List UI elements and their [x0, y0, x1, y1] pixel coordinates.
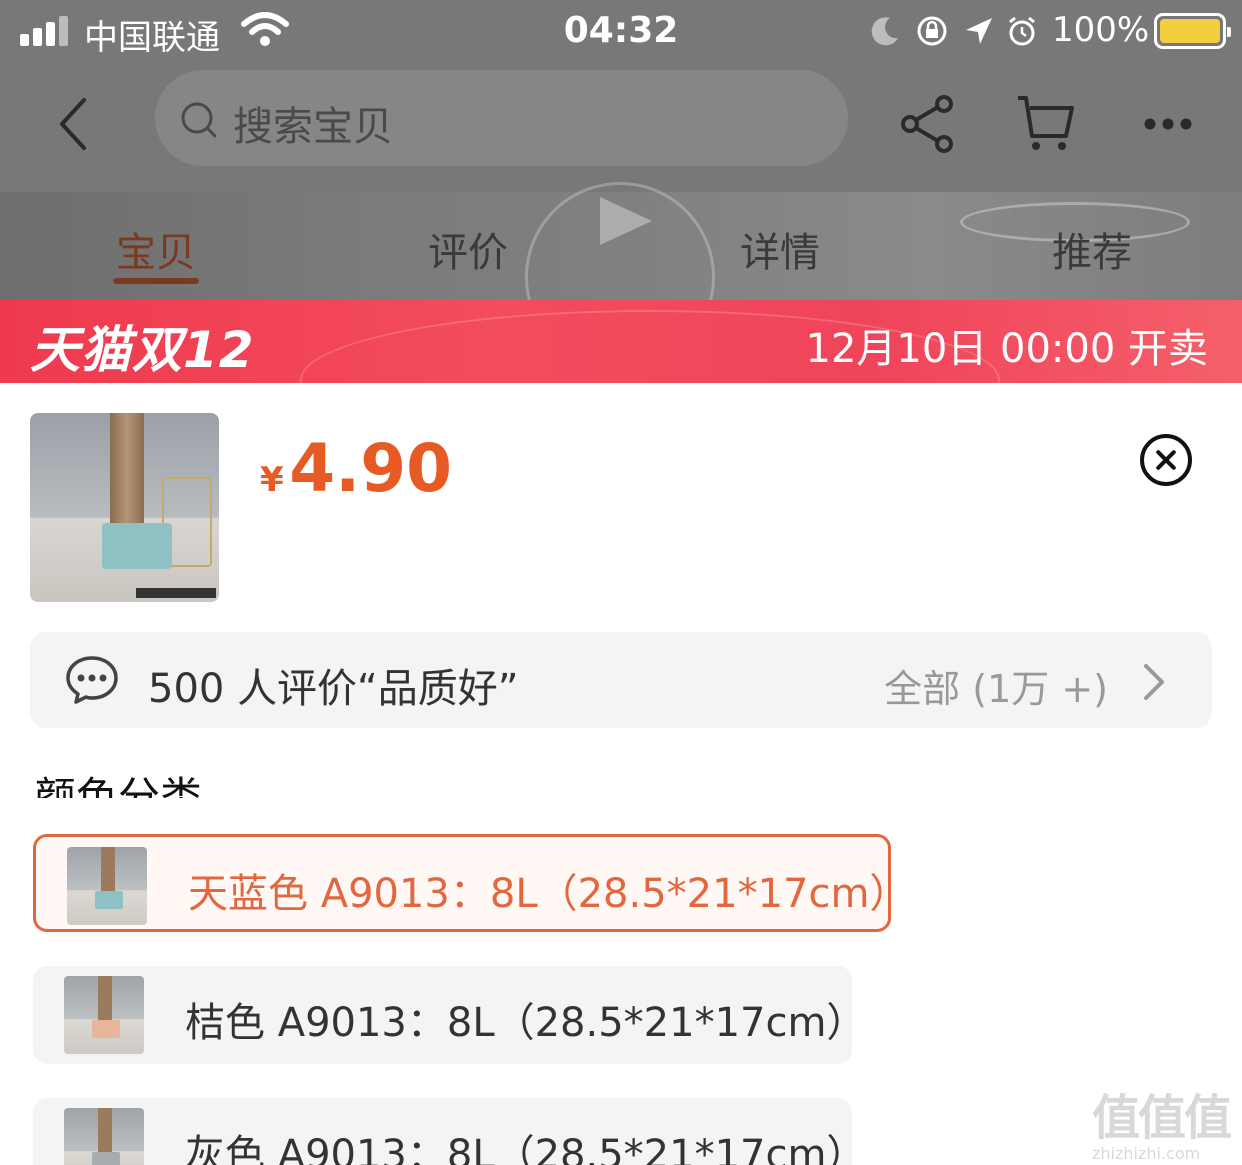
review-summary-row[interactable]: 500 人评价“品质好” 全部 (1万 +) [30, 632, 1212, 728]
search-placeholder: 搜索宝贝 [233, 104, 393, 150]
cart-icon[interactable] [1014, 92, 1078, 156]
section-title: 颜色分类 [30, 740, 630, 798]
close-button[interactable] [1140, 434, 1192, 486]
more-icon[interactable] [1136, 92, 1200, 156]
tab-details[interactable]: 详情 [700, 220, 860, 278]
tab-item[interactable]: 宝贝 [76, 220, 236, 278]
moon-icon [871, 17, 898, 46]
chat-bubble-icon [66, 656, 118, 704]
status-bar: 中国联通 04:32 100% [0, 0, 1242, 64]
option-orange[interactable]: 桔色 A9013：8L（28.5*21*17cm） [33, 966, 866, 1064]
currency-symbol: ¥ [260, 460, 284, 500]
promo-banner: 天猫双12 12月10日 00:00 开卖 [0, 300, 1242, 383]
color-category-title: 颜色分类 [34, 773, 203, 798]
search-input[interactable]: 搜索宝贝 [155, 70, 848, 166]
back-button[interactable] [50, 94, 100, 154]
tab-bar: 宝贝 评价 详情 推荐 [0, 192, 1242, 300]
option-label: 天蓝色 A9013：8L（28.5*21*17cm） [188, 871, 910, 917]
option-thumbnail [67, 847, 147, 925]
site-watermark: 值值值 zhizhizhi.com [1092, 1078, 1242, 1165]
search-icon [181, 102, 217, 138]
share-icon[interactable] [896, 92, 960, 156]
nav-bar: 搜索宝贝 [0, 64, 1242, 192]
tab-recommend[interactable]: 推荐 [1012, 220, 1172, 278]
option-gray[interactable]: 灰色 A9013：8L（28.5*21*17cm） [33, 1098, 866, 1165]
option-sky-blue[interactable]: 天蓝色 A9013：8L（28.5*21*17cm） [33, 834, 909, 932]
watermark-logo: 值值值 [1092, 1090, 1232, 1146]
watermark-site: zhizhizhi.com [1092, 1144, 1201, 1163]
price-value: 4.90 [289, 430, 453, 507]
dimmed-header: 中国联通 04:32 100% 搜索宝贝 宝贝 评价 详情 推荐 [0, 0, 1242, 300]
option-label: 桔色 A9013：8L（28.5*21*17cm） [185, 1000, 867, 1046]
battery-percent: 100% [1052, 10, 1150, 50]
alarm-icon [1009, 16, 1035, 46]
option-thumbnail [64, 976, 144, 1054]
location-icon [966, 18, 992, 44]
rotation-lock-icon [917, 16, 947, 46]
promo-brand: 天猫双12 [30, 321, 255, 379]
product-price: ¥ 4.90 [260, 430, 452, 507]
promo-sale-time: 12月10日 00:00 开卖 [805, 326, 1209, 372]
tab-reviews[interactable]: 评价 [388, 220, 548, 278]
product-thumbnail[interactable] [30, 413, 219, 602]
all-reviews-link[interactable]: 全部 (1万 +) [884, 658, 1108, 713]
review-summary-text: 500 人评价“品质好” [148, 666, 519, 712]
option-thumbnail [64, 1108, 144, 1165]
battery-icon [1154, 13, 1231, 49]
option-label: 灰色 A9013：8L（28.5*21*17cm） [185, 1132, 867, 1165]
chevron-right-icon [1144, 664, 1164, 700]
active-tab-indicator [113, 278, 199, 284]
